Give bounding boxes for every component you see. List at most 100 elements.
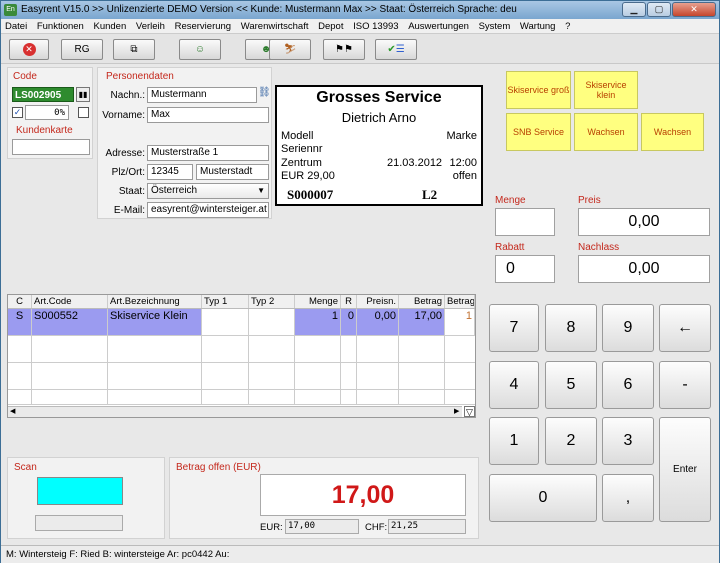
menu-wartung[interactable]: Wartung [520, 21, 556, 32]
menu-help[interactable]: ? [565, 21, 570, 32]
menu-system[interactable]: System [479, 21, 511, 32]
key-7[interactable]: 7 [489, 304, 539, 352]
filter-icon[interactable]: ▽ [464, 406, 475, 417]
ticket-marke: Marke [446, 130, 477, 142]
col-artcode[interactable]: Art.Code [32, 295, 108, 308]
menu-funktionen[interactable]: Funktionen [37, 21, 84, 32]
cancel-button[interactable]: ✕ [9, 39, 49, 60]
table-row[interactable]: S S000552 Skiservice Klein 1 0 0,00 17,0… [8, 309, 475, 336]
adresse-field[interactable]: Musterstraße 1 [147, 145, 269, 161]
link-icon[interactable]: ⛓ [258, 87, 271, 103]
scan-input[interactable] [37, 477, 123, 505]
skiservice-klein-button[interactable]: Skiservice klein [574, 71, 638, 109]
table-row-empty[interactable] [8, 336, 475, 363]
col-c[interactable]: C [8, 295, 32, 308]
scan-panel: Scan [7, 457, 165, 539]
key-4[interactable]: 4 [489, 361, 539, 409]
table-row-empty[interactable] [8, 363, 475, 390]
close-window-button[interactable]: ✕ [672, 2, 716, 17]
menu-reservierung[interactable]: Reservierung [175, 21, 232, 32]
wachsen-button-1[interactable]: Wachsen [574, 113, 638, 151]
key-enter[interactable]: Enter [659, 417, 711, 522]
ticket-modell: Modell [281, 130, 314, 142]
ticket-number: S000007 [287, 187, 334, 202]
betrag-offen-label: Betrag offen (EUR) [176, 462, 261, 473]
menu-kunden[interactable]: Kunden [93, 21, 126, 32]
preis-field[interactable]: 0,00 [578, 208, 710, 236]
rabatt-field[interactable]: 0 [495, 255, 555, 283]
code-input[interactable]: LS002905 [12, 87, 74, 102]
ticket-title: Grosses Service [316, 89, 442, 106]
menge-field[interactable] [495, 208, 555, 236]
code-panel: Code LS002905 ▮▮ ✓ 0% Kundenkarte [7, 67, 93, 159]
chevron-down-icon: ▼ [257, 186, 265, 195]
copy-button[interactable]: ⧉ [113, 39, 155, 60]
table-row-empty[interactable] [8, 390, 475, 405]
col-betrag[interactable]: Betrag [399, 295, 445, 308]
menu-depot[interactable]: Depot [318, 21, 343, 32]
cell-typ1 [202, 309, 249, 335]
rabatt-label: Rabatt [495, 242, 525, 253]
cell-betrag: 17,00 [399, 309, 445, 335]
service-button[interactable]: ⛷ [269, 39, 311, 60]
key-2[interactable]: 2 [545, 417, 597, 465]
key-6[interactable]: 6 [602, 361, 654, 409]
nachlass-field[interactable]: 0,00 [578, 255, 710, 283]
staat-select[interactable]: Österreich ▼ [147, 183, 269, 199]
finish-button[interactable]: ⚑⚑ [323, 39, 365, 60]
title-bar: Easyrent V15.0 >> Unlizenzierte DEMO Ver… [1, 1, 719, 19]
col-bezeichnung[interactable]: Art.Bezeichnung [108, 295, 202, 308]
snb-service-button[interactable]: SNB Service [506, 113, 571, 151]
menu-datei[interactable]: Datei [5, 21, 27, 32]
scroll-right-icon[interactable]: ▶ [454, 407, 459, 415]
wachsen-button-2[interactable]: Wachsen [641, 113, 704, 151]
menu-iso[interactable]: ISO 13993 [353, 21, 398, 32]
scroll-left-icon[interactable]: ◀ [10, 407, 15, 415]
code-label: Code [13, 71, 37, 82]
key-0[interactable]: 0 [489, 474, 597, 522]
maximize-button[interactable]: ▢ [647, 2, 671, 17]
key-1[interactable]: 1 [489, 417, 539, 465]
app-icon: En [4, 4, 17, 16]
skiservice-gross-button[interactable]: Skiservice groß [506, 71, 571, 109]
menu-auswertungen[interactable]: Auswertungen [408, 21, 469, 32]
staat-label: Staat: [118, 186, 145, 197]
status-bar: M: Wintersteig F: Ried B: wintersteige A… [1, 545, 719, 563]
nachname-field[interactable]: Mustermann [147, 87, 257, 103]
col-typ1[interactable]: Typ 1 [202, 295, 249, 308]
personendaten-heading: Personendaten [106, 71, 174, 82]
email-field[interactable]: easyrent@wintersteiger.at [147, 202, 269, 218]
menu-warenwirtschaft[interactable]: Warenwirtschaft [241, 21, 309, 32]
ticket-zentrum: Zentrum [281, 157, 322, 169]
key-minus[interactable]: - [659, 361, 711, 409]
vorname-field[interactable]: Max [147, 107, 269, 123]
key-3[interactable]: 3 [602, 417, 654, 465]
horizontal-scrollbar[interactable]: ◀ ▶ [8, 406, 462, 417]
key-8[interactable]: 8 [545, 304, 597, 352]
key-backspace[interactable]: ← [659, 304, 711, 352]
cell-menge: 1 [295, 309, 341, 335]
rg-button[interactable]: RG [61, 39, 103, 60]
col-r[interactable]: R [341, 295, 357, 308]
betrag-panel: Betrag offen (EUR) 17,00 EUR: 17,00 CHF:… [169, 457, 479, 539]
customer-button[interactable]: ☺ [179, 39, 221, 60]
key-9[interactable]: 9 [602, 304, 654, 352]
col-typ2[interactable]: Typ 2 [249, 295, 295, 308]
menu-verleih[interactable]: Verleih [136, 21, 165, 32]
col-menge[interactable]: Menge [295, 295, 341, 308]
barcode-button[interactable]: ▮▮ [76, 87, 90, 102]
secondary-checkbox[interactable] [78, 107, 89, 118]
copy-icon: ⧉ [130, 44, 138, 55]
ort-field[interactable]: Musterstadt [196, 164, 269, 180]
ticket-date: 21.03.2012 [387, 157, 443, 169]
minimize-button[interactable]: ▁ [622, 2, 646, 17]
col-betrag-2[interactable]: Betrag [445, 295, 475, 308]
discount-percent-field[interactable]: 0% [25, 105, 69, 120]
plz-field[interactable]: 12345 [147, 164, 193, 180]
col-preisn[interactable]: Preisn. [357, 295, 399, 308]
kundenkarte-field[interactable] [12, 139, 90, 155]
checklist-button[interactable]: ✔☰ [375, 39, 417, 60]
code-checkbox[interactable]: ✓ [12, 107, 23, 118]
key-5[interactable]: 5 [545, 361, 597, 409]
key-comma[interactable]: , [602, 474, 654, 522]
